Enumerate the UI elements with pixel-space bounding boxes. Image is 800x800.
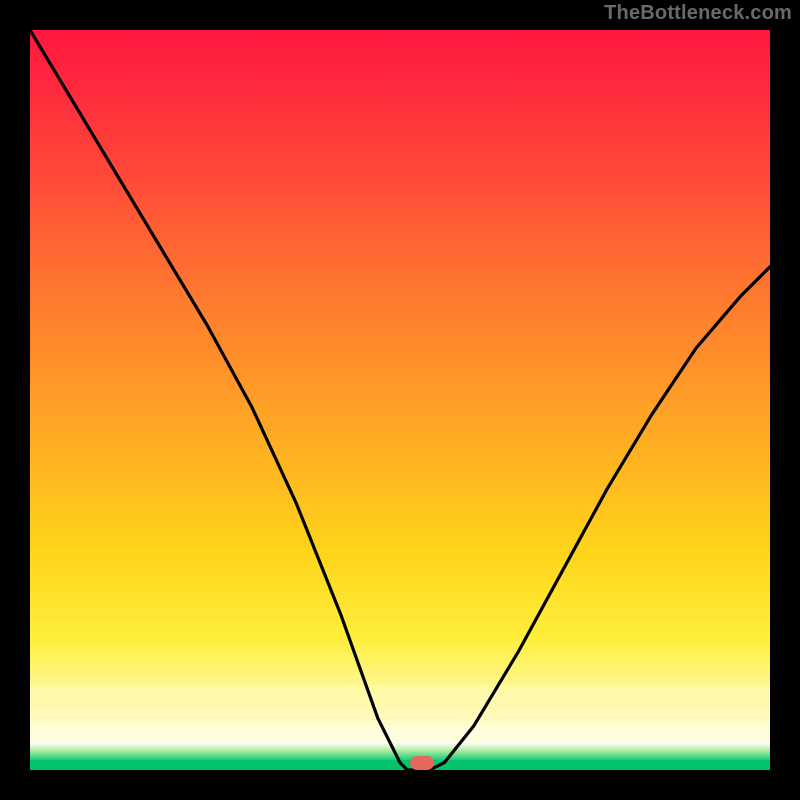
bottleneck-curve <box>30 30 770 770</box>
optimal-point-marker <box>410 756 434 770</box>
plot-area <box>30 30 770 770</box>
curve-svg <box>30 30 770 770</box>
watermark-text: TheBottleneck.com <box>604 2 792 25</box>
chart-frame: TheBottleneck.com <box>0 0 800 800</box>
